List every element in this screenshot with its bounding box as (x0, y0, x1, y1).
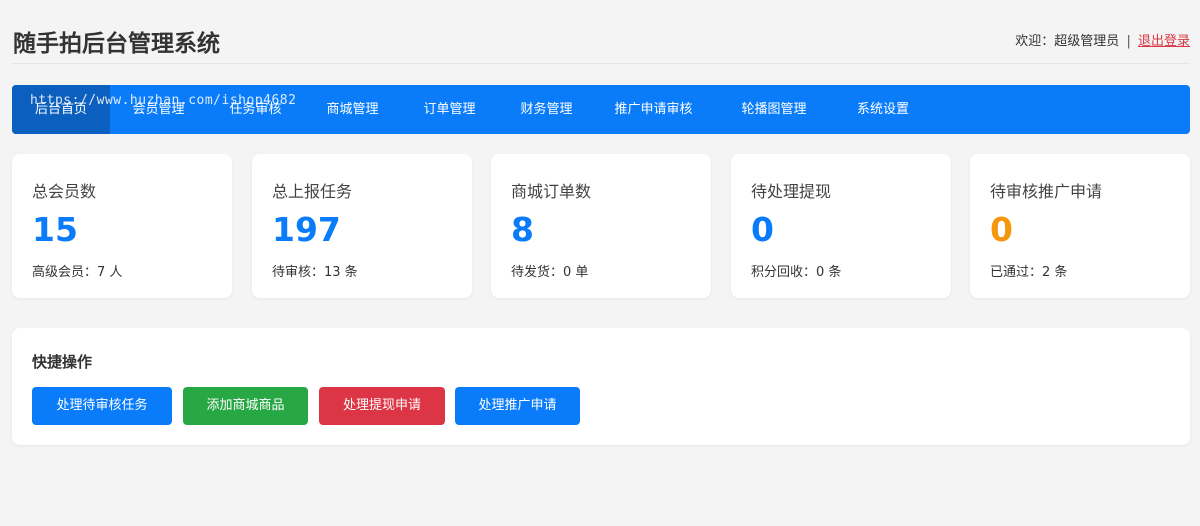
quick-actions-title: 快捷操作 (32, 353, 93, 371)
stat-subtext: 待发货：0 单 (511, 265, 589, 280)
stat-subtext: 积分回收：0 条 (751, 265, 842, 280)
nav-item-finance[interactable]: 财务管理 (498, 85, 595, 134)
stat-card-tasks: 总上报任务 197 待审核：13 条 (252, 154, 472, 298)
stat-card-orders: 商城订单数 8 待发货：0 单 (491, 154, 711, 298)
separator: | (1126, 34, 1131, 49)
stat-value: 15 (32, 210, 78, 249)
stat-subtext: 待审核：13 条 (272, 265, 358, 280)
page-title: 随手拍后台管理系统 (13, 31, 220, 57)
logout-link[interactable]: 退出登录 (1138, 34, 1190, 49)
stat-value: 0 (990, 210, 1013, 249)
header: 随手拍后台管理系统 欢迎：超级管理员 | 退出登录 (12, 0, 1190, 64)
stat-card-promotions: 待审核推广申请 0 已通过：2 条 (970, 154, 1190, 298)
nav-item-mall[interactable]: 商城管理 (304, 85, 401, 134)
stat-value: 8 (511, 210, 534, 249)
nav-item-members[interactable]: 会员管理 (110, 85, 207, 134)
stat-label: 待处理提现 (751, 182, 832, 201)
stat-label: 待审核推广申请 (990, 182, 1103, 201)
stat-value: 0 (751, 210, 774, 249)
add-mall-product-button[interactable]: 添加商城商品 (183, 387, 308, 425)
user-info: 欢迎：超级管理员 | 退出登录 (1015, 30, 1190, 49)
quick-actions-panel: 快捷操作 处理待审核任务 添加商城商品 处理提现申请 处理推广申请 (12, 328, 1190, 445)
process-pending-tasks-button[interactable]: 处理待审核任务 (32, 387, 172, 425)
nav-item-promotion-review[interactable]: 推广申请审核 (595, 85, 712, 134)
stat-subtext: 高级会员：7 人 (32, 265, 123, 280)
admin-dashboard: 随手拍后台管理系统 欢迎：超级管理员 | 退出登录 后台首页 会员管理 任务审核… (0, 0, 1200, 526)
process-withdrawals-button[interactable]: 处理提现申请 (319, 387, 445, 425)
stat-subtext: 已通过：2 条 (990, 265, 1068, 280)
nav-item-orders[interactable]: 订单管理 (401, 85, 498, 134)
stat-card-withdrawals: 待处理提现 0 积分回收：0 条 (731, 154, 951, 298)
nav-item-home[interactable]: 后台首页 (12, 85, 110, 134)
stat-label: 总会员数 (32, 182, 97, 201)
stat-card-members: 总会员数 15 高级会员：7 人 (12, 154, 232, 298)
stat-value: 197 (272, 210, 341, 249)
stat-label: 总上报任务 (272, 182, 353, 201)
nav-item-banner[interactable]: 轮播图管理 (712, 85, 836, 134)
main-nav: 后台首页 会员管理 任务审核 商城管理 订单管理 财务管理 推广申请审核 轮播图… (12, 85, 1190, 134)
welcome-text: 欢迎：超级管理员 (1015, 34, 1120, 49)
process-promotions-button[interactable]: 处理推广申请 (455, 387, 580, 425)
nav-item-settings[interactable]: 系统设置 (836, 85, 930, 134)
stat-label: 商城订单数 (511, 182, 592, 201)
nav-item-task-review[interactable]: 任务审核 (207, 85, 304, 134)
